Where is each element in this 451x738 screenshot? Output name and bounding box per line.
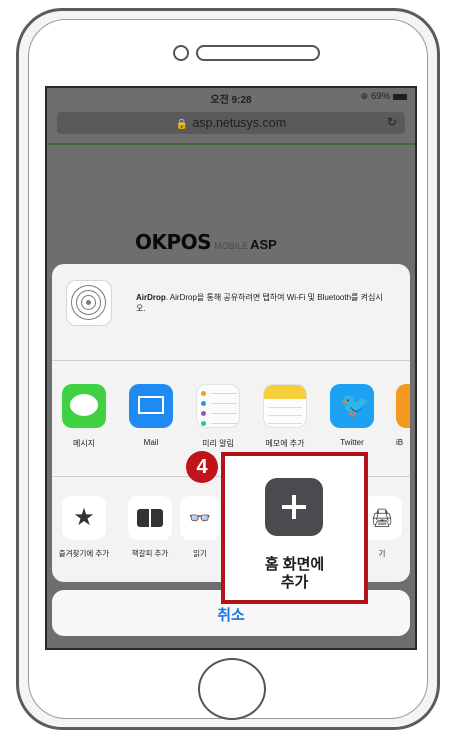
ibooks-icon bbox=[396, 384, 410, 428]
airdrop-message: . AirDrop을 통해 공유하려면 탭하여 Wi-Fi 및 Bluetoot… bbox=[136, 293, 383, 313]
share-app-label: 미리 알림 bbox=[202, 439, 234, 448]
share-app-label: Mail bbox=[143, 438, 159, 447]
logo-asp-text: ASP bbox=[250, 237, 277, 252]
airdrop-title: AirDrop bbox=[136, 293, 166, 302]
action-label: 즐겨찾기에 추가 bbox=[58, 549, 110, 558]
home-button[interactable] bbox=[198, 658, 266, 720]
add-to-home-screen-label: 홈 화면에 추가 bbox=[264, 556, 325, 591]
mail-icon bbox=[129, 384, 173, 428]
action-label: 읽기 bbox=[193, 549, 207, 558]
star-icon: ★ bbox=[62, 496, 106, 540]
orientation-lock-icon: ⊕ bbox=[360, 91, 368, 101]
messages-icon bbox=[62, 384, 106, 428]
action-reading-list[interactable]: 👓 읽기 bbox=[180, 496, 220, 559]
reload-icon[interactable]: ↻ bbox=[387, 115, 397, 129]
share-app-ibooks[interactable]: iB bbox=[396, 384, 410, 447]
share-app-label: 메모에 추가 bbox=[265, 439, 305, 448]
bookmark-icon bbox=[128, 496, 172, 540]
print-icon: 🖨 bbox=[362, 496, 402, 540]
page-header-line bbox=[47, 143, 415, 145]
notes-icon bbox=[263, 384, 307, 428]
divider bbox=[52, 360, 410, 361]
twitter-icon: 🐦 bbox=[330, 384, 374, 428]
address-bar[interactable]: 🔒 asp.netusys.com ↻ bbox=[57, 112, 405, 134]
logo-main-text: OKPOS bbox=[135, 230, 212, 254]
airdrop-description: AirDrop. AirDrop을 통해 공유하려면 탭하여 Wi-Fi 및 B… bbox=[136, 292, 386, 314]
share-app-mail[interactable]: Mail bbox=[121, 384, 181, 447]
action-label: 기 bbox=[378, 549, 386, 558]
reading-list-icon: 👓 bbox=[180, 496, 220, 540]
step-number-badge: 4 bbox=[186, 451, 218, 483]
action-label: 책갈피 추가 bbox=[131, 549, 169, 558]
plus-icon bbox=[265, 478, 323, 536]
camera-icon bbox=[173, 45, 189, 61]
airdrop-icon bbox=[66, 280, 112, 326]
action-add-bookmark[interactable]: 책갈피 추가 bbox=[118, 496, 182, 559]
reminders-icon bbox=[196, 384, 240, 428]
share-app-notes[interactable]: 메모에 추가 bbox=[255, 384, 315, 449]
action-print[interactable]: 🖨 기 bbox=[362, 496, 402, 559]
url-text: asp.netusys.com bbox=[192, 116, 287, 130]
logo-sub-text: MOBILE bbox=[214, 241, 249, 251]
url-display: 🔒 asp.netusys.com bbox=[57, 116, 405, 130]
battery-percent: 69% bbox=[370, 91, 390, 102]
action-add-favorite[interactable]: ★ 즐겨찾기에 추가 bbox=[52, 496, 116, 559]
add-to-home-screen-button[interactable]: 홈 화면에 추가 bbox=[221, 452, 368, 604]
status-right: ⊕ 69% bbox=[360, 91, 407, 102]
share-app-label: 메시지 bbox=[72, 439, 96, 448]
speaker-grille bbox=[196, 45, 320, 61]
share-app-label: Twitter bbox=[340, 438, 364, 447]
lock-icon: 🔒 bbox=[175, 119, 189, 130]
share-app-reminders[interactable]: 미리 알림 bbox=[188, 384, 248, 449]
battery-icon bbox=[393, 93, 407, 100]
status-bar: 오전 9:28 ⊕ 69% bbox=[47, 88, 415, 108]
okpos-logo: OKPOS MOBILE ASP bbox=[135, 230, 277, 254]
share-app-messages[interactable]: 메시지 bbox=[54, 384, 114, 449]
cancel-label: 취소 bbox=[217, 607, 245, 624]
share-app-label: iB bbox=[396, 438, 404, 447]
airdrop-row[interactable]: AirDrop. AirDrop을 통해 공유하려면 탭하여 Wi-Fi 및 B… bbox=[52, 264, 410, 348]
share-app-twitter[interactable]: 🐦 Twitter bbox=[322, 384, 382, 447]
